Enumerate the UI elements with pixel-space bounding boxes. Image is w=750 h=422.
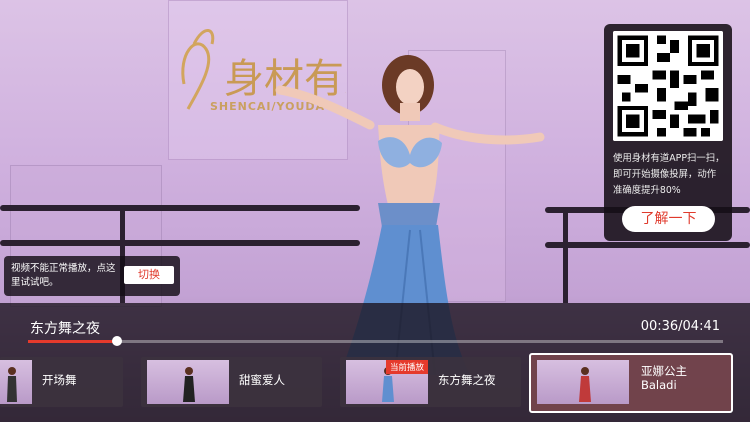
qr-description: 使用身材有道APP扫一扫，即可开始摄像投屏，动作准确度提升80% [613, 153, 725, 196]
switch-source-button[interactable]: 切换 [124, 266, 174, 284]
playback-notice: 视频不能正常播放，点这里试试吧。 切换 [4, 256, 180, 296]
qr-code [613, 31, 723, 141]
dancer-thumbnail-icon [7, 367, 17, 402]
learn-more-button[interactable]: 了解一下 [622, 206, 715, 232]
episode-thumbnail: 当前播放 [346, 360, 428, 404]
episode-card[interactable]: 甜蜜爱人 [141, 357, 322, 407]
episode-thumbnail [0, 360, 32, 404]
episode-title: 甜蜜爱人 [239, 373, 285, 387]
episode-title: 亚娜公主 [641, 364, 687, 378]
episode-thumbnail [147, 360, 229, 404]
barre-post [563, 207, 568, 303]
progress-knob[interactable] [111, 336, 122, 346]
progress-fill [28, 340, 117, 343]
progress-bar[interactable] [28, 336, 723, 346]
ballet-barre [545, 242, 750, 248]
playback-time: 00:36/04:41 [640, 319, 720, 334]
episode-title: 东方舞之夜 [438, 373, 496, 387]
episode-card[interactable]: 开场舞 [0, 357, 123, 407]
episode-title: 开场舞 [42, 373, 77, 387]
dancer-thumbnail-icon [579, 367, 591, 402]
dancer-thumbnail-icon [183, 367, 195, 402]
episode-thumbnail [537, 360, 629, 404]
qr-promo-card: 使用身材有道APP扫一扫，即可开始摄像投屏，动作准确度提升80% 了解一下 [604, 24, 732, 241]
episode-card-selected[interactable]: 亚娜公主 Baladi [529, 353, 733, 413]
episode-title-block: 亚娜公主 Baladi [641, 364, 687, 392]
player-control-bar: 东方舞之夜 00:36/04:41 开场舞 甜蜜爱人 当前播放 东方舞之夜 亚娜… [0, 303, 750, 422]
episode-subtitle: Baladi [641, 378, 677, 392]
now-playing-title: 东方舞之夜 [30, 321, 100, 337]
notice-text: 视频不能正常播放，点这里试试吧。 [11, 263, 116, 288]
now-playing-badge: 当前播放 [385, 360, 428, 374]
episode-card[interactable]: 当前播放 东方舞之夜 [340, 357, 521, 407]
